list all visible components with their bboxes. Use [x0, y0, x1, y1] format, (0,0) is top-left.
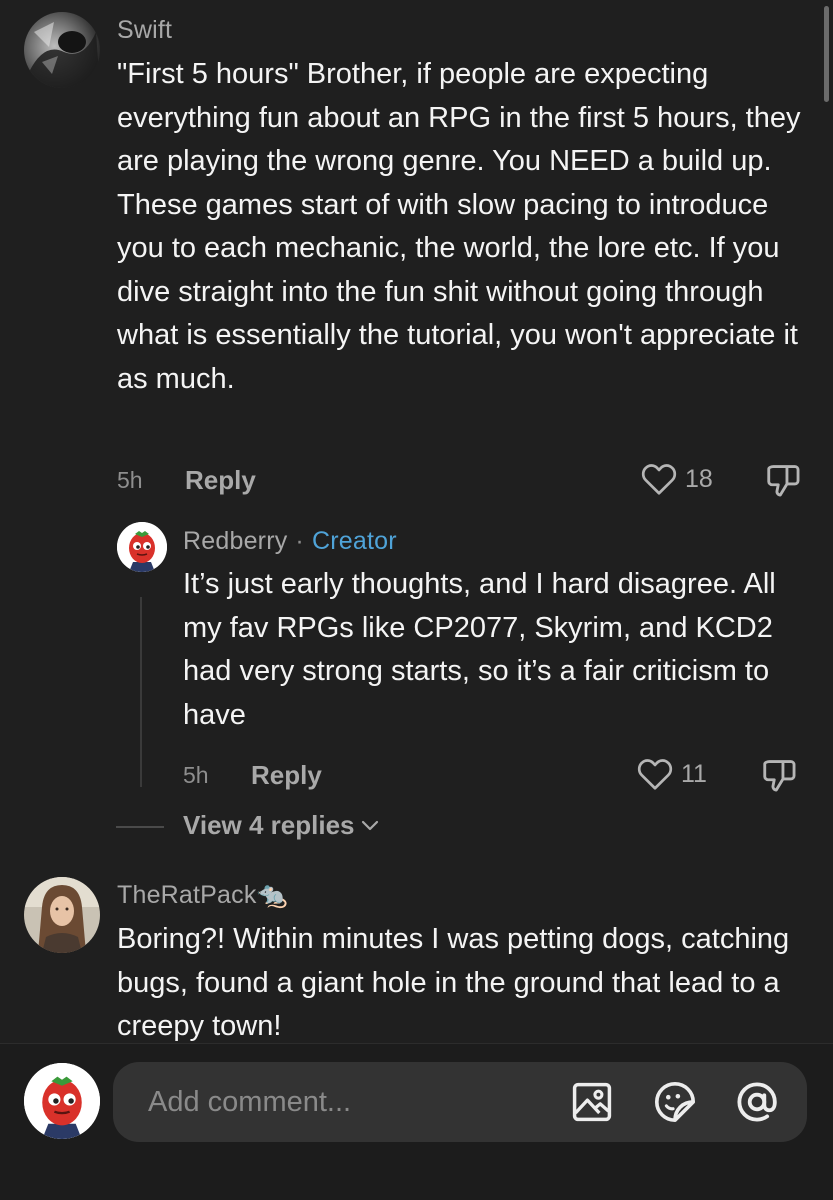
- heart-outline-icon: [637, 759, 673, 790]
- comment-input[interactable]: [113, 1062, 807, 1142]
- creator-badge: Creator: [311, 527, 397, 555]
- reply-text: It’s just early thoughts, and I hard dis…: [183, 568, 776, 731]
- current-user-avatar-image: [24, 1063, 100, 1139]
- like-button[interactable]: 18: [641, 462, 713, 496]
- reply-button[interactable]: Reply: [251, 760, 322, 791]
- image-icon: [572, 1082, 612, 1122]
- sticker-icon: [655, 1082, 696, 1123]
- comment-text: Boring?! Within minutes I was petting do…: [117, 923, 790, 1042]
- avatar-redberry-image: [117, 522, 167, 572]
- image-button[interactable]: [570, 1080, 614, 1129]
- comment-username[interactable]: Swift: [117, 16, 172, 45]
- view-replies-button[interactable]: View 4 replies: [183, 810, 379, 841]
- like-button[interactable]: 11: [637, 757, 707, 791]
- thumbs-down-icon: [763, 760, 796, 792]
- avatar-theratpack-image: [24, 877, 100, 953]
- reply-timestamp: 5h: [183, 762, 209, 788]
- dislike-button[interactable]: [760, 757, 798, 798]
- reply-button[interactable]: Reply: [185, 465, 256, 496]
- view-replies-divider: [116, 826, 164, 828]
- thread-line: [140, 597, 142, 787]
- separator-dot: ·: [295, 527, 304, 555]
- heart-outline-icon: [641, 464, 677, 495]
- avatar-swift-image: [24, 12, 100, 88]
- mention-button[interactable]: [734, 1079, 780, 1130]
- scroll-indicator[interactable]: [824, 6, 829, 102]
- avatar-redberry[interactable]: [117, 522, 167, 572]
- comment-timestamp: 5h: [117, 467, 143, 493]
- chevron-down-icon: [361, 820, 378, 830]
- avatar-theratpack[interactable]: [24, 877, 100, 953]
- sticker-button[interactable]: [652, 1079, 698, 1130]
- thumbs-down-icon: [767, 465, 800, 497]
- like-count: 11: [681, 759, 707, 788]
- reply-username-line: Redberry · Creator: [183, 527, 397, 556]
- like-count: 18: [685, 464, 713, 493]
- comment-text: "First 5 hours" Brother, if people are e…: [117, 58, 801, 395]
- view-replies-label: View 4 replies: [183, 810, 355, 840]
- at-icon: [737, 1082, 777, 1122]
- reply-username[interactable]: Redberry: [183, 527, 287, 555]
- avatar-swift[interactable]: [24, 12, 100, 88]
- dislike-button[interactable]: [764, 462, 802, 503]
- comment-username[interactable]: TheRatPack🐀: [117, 881, 288, 910]
- current-user-avatar[interactable]: [24, 1063, 100, 1139]
